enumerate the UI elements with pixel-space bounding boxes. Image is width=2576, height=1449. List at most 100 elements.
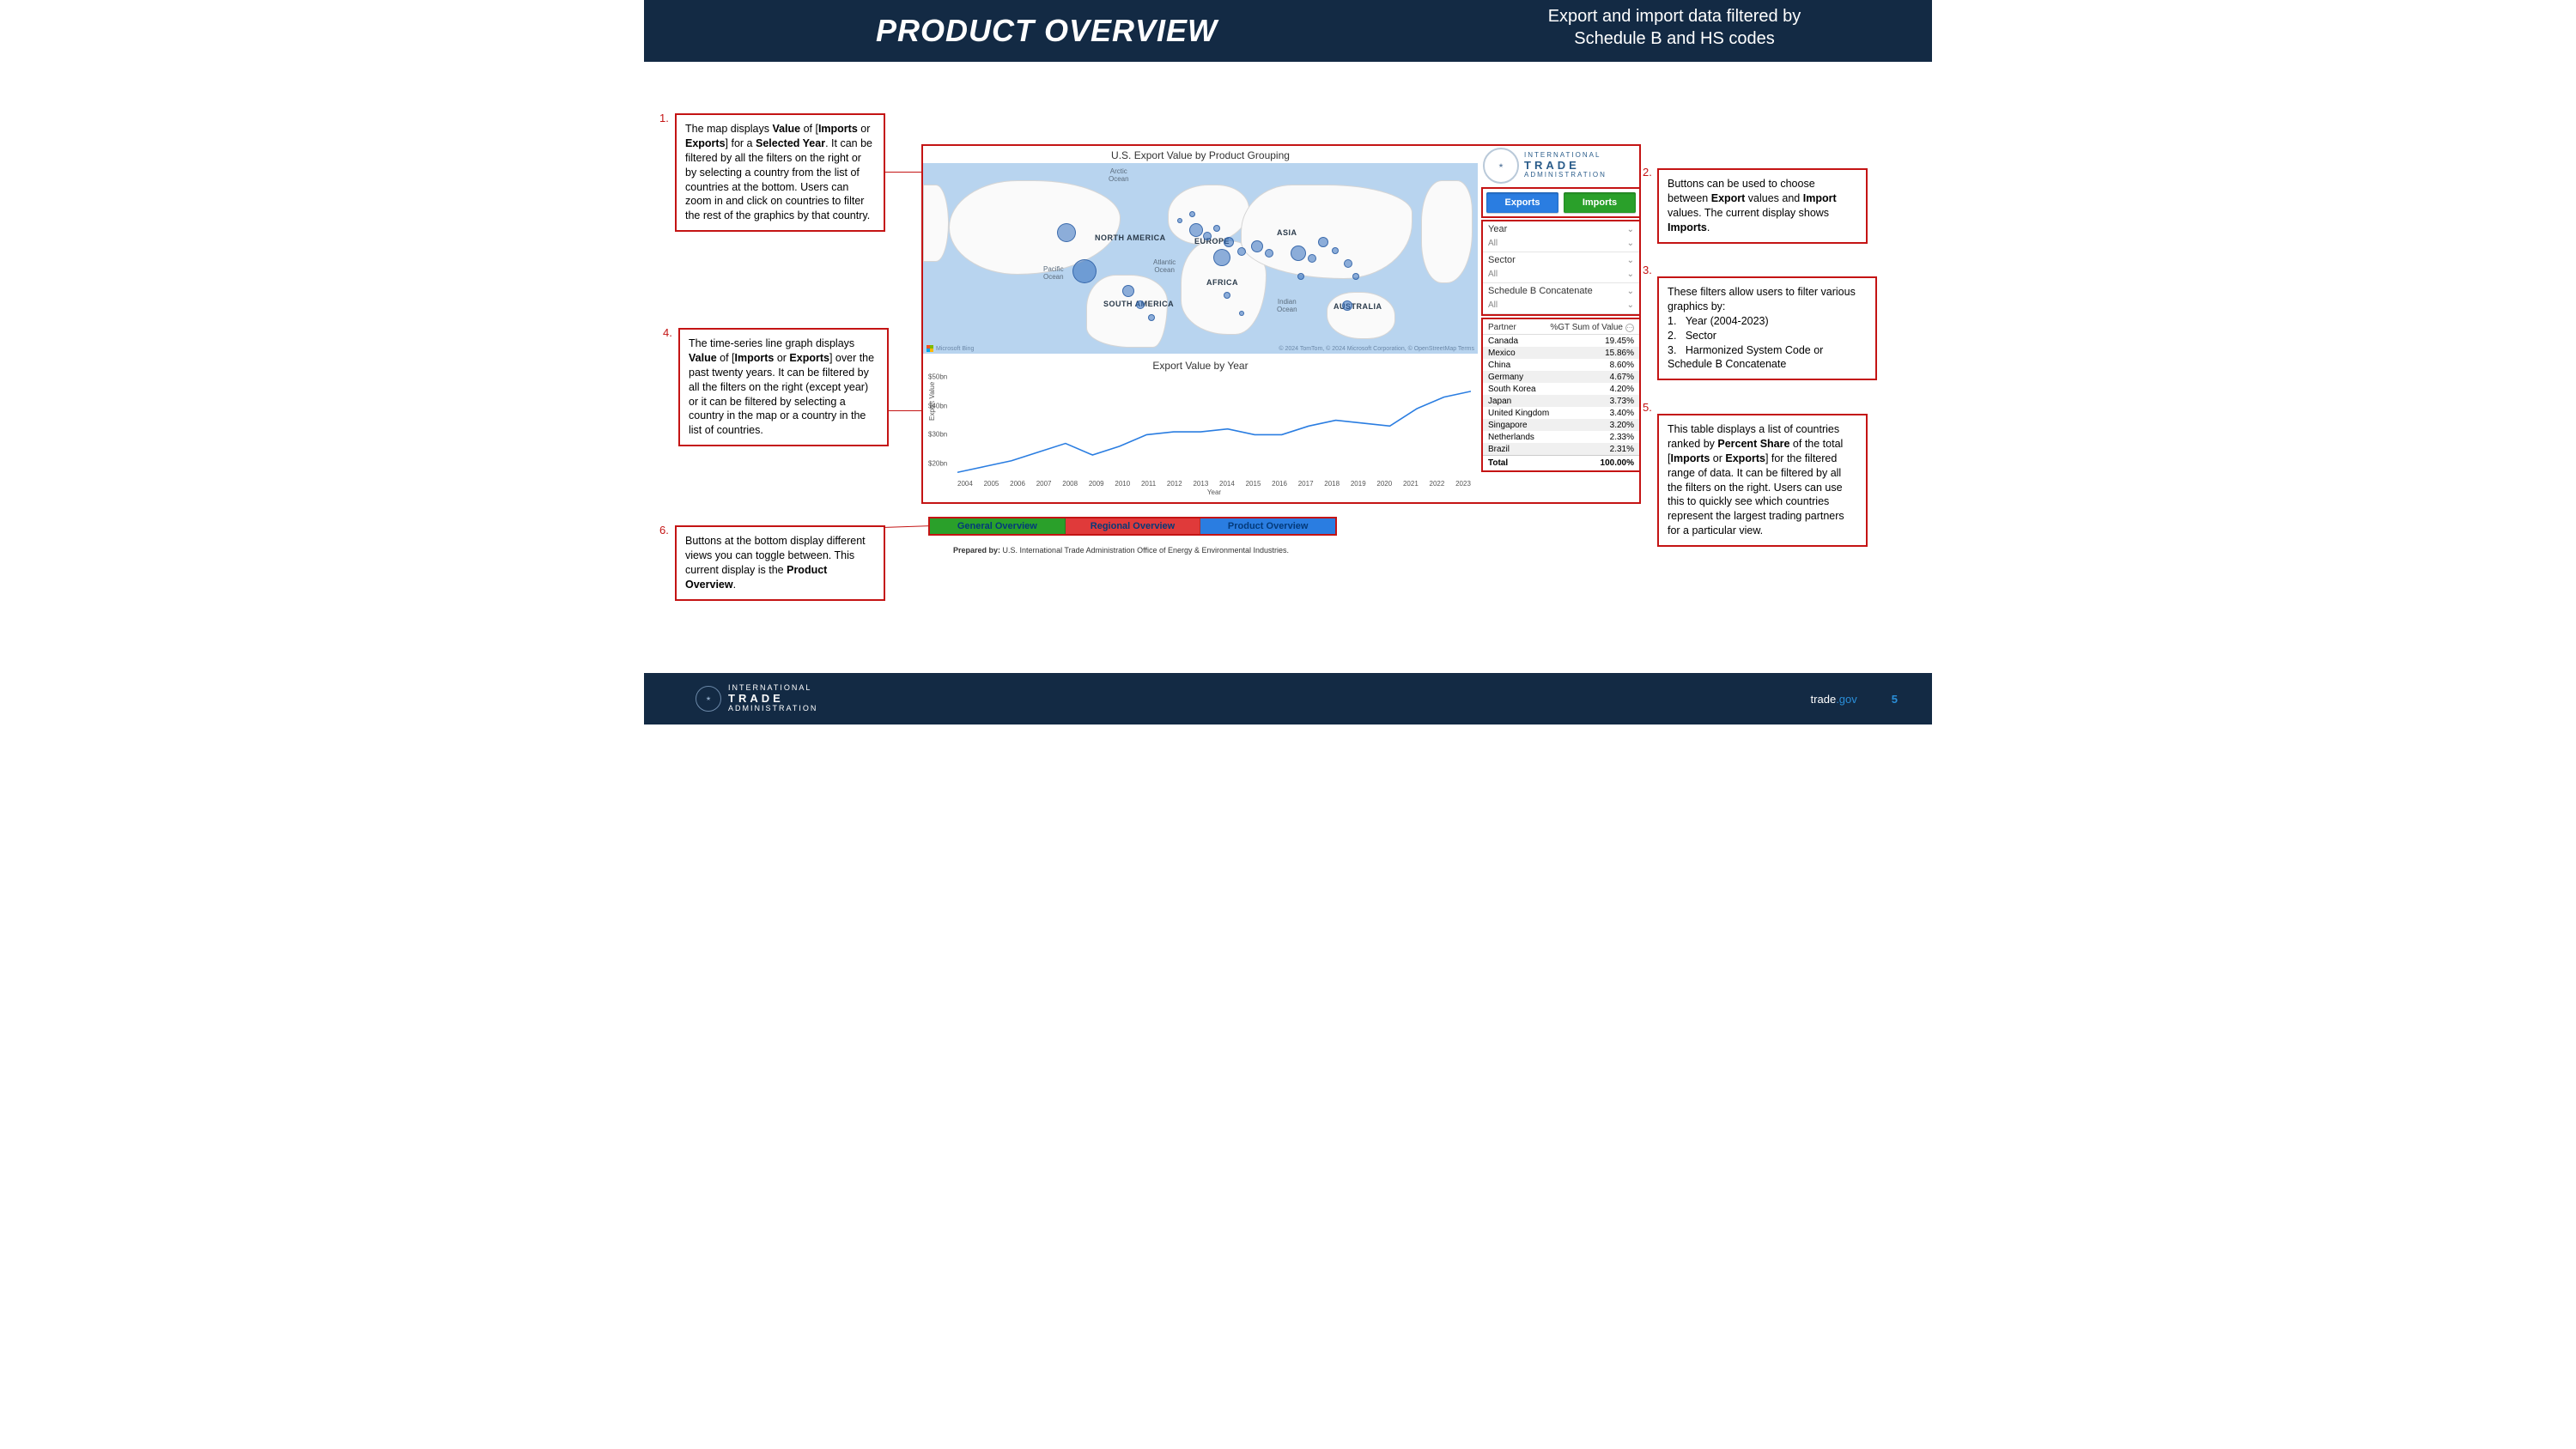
total-label: Total (1488, 458, 1508, 468)
brand-logo: ★ INTERNATIONAL TRADE ADMINISTRATION (1481, 144, 1641, 187)
map-card: U.S. Export Value by Product Grouping Ar… (923, 146, 1478, 354)
chevron-down-icon: ⌄ (1627, 225, 1634, 234)
tab-general-overview[interactable]: General Overview (930, 518, 1066, 534)
line-chart[interactable]: Export Value $20bn$30bn$40bn$50bn 200420… (923, 373, 1478, 502)
callout-4-number: 4. (663, 326, 672, 339)
x-tick: 2010 (1115, 480, 1130, 488)
leader-4 (889, 410, 921, 411)
callout-4: The time-series line graph displays Valu… (678, 328, 889, 446)
tab-product-overview[interactable]: Product Overview (1200, 518, 1335, 534)
x-tick: 2014 (1219, 480, 1235, 488)
callout-3-number: 3. (1643, 264, 1652, 276)
callout-5-number: 5. (1643, 401, 1652, 414)
leader-1 (885, 172, 921, 173)
table-row[interactable]: Mexico15.86% (1483, 347, 1639, 359)
partner-col-pct: %GT Sum of Value (1550, 323, 1623, 332)
prepared-by: Prepared by: U.S. International Trade Ad… (953, 546, 1289, 555)
chevron-down-icon: ⌄ (1627, 239, 1634, 248)
x-axis-label: Year (957, 488, 1471, 496)
chevron-down-icon: ⌄ (1627, 287, 1634, 296)
line-chart-card: Export Value by Year Export Value $20bn$… (923, 356, 1478, 502)
footer-brand: ★ INTERNATIONAL TRADE ADMINISTRATION (696, 684, 817, 713)
total-value: 100.00% (1601, 458, 1634, 468)
filter-sector[interactable]: Sector⌄ (1483, 252, 1639, 268)
line-chart-title: Export Value by Year (923, 356, 1478, 373)
world-map[interactable]: ArcticOcean PacificOcean AtlanticOcean I… (923, 163, 1478, 354)
x-tick: 2011 (1141, 480, 1156, 488)
as-label: ASIA (1277, 228, 1297, 237)
table-row[interactable]: South Korea4.20% (1483, 383, 1639, 395)
export-import-toggle: Exports Imports (1481, 187, 1641, 218)
microsoft-icon (927, 345, 933, 352)
page-subtitle: Export and import data filtered by Sched… (1451, 5, 1898, 50)
imports-button[interactable]: Imports (1564, 192, 1636, 213)
table-row[interactable]: Singapore3.20% (1483, 419, 1639, 431)
x-tick: 2008 (1062, 480, 1078, 488)
table-row[interactable]: Brazil2.31% (1483, 443, 1639, 455)
y-tick: $40bn (928, 402, 947, 409)
arctic-ocean-label: ArcticOcean (1109, 168, 1129, 184)
x-tick: 2017 (1298, 480, 1314, 488)
indian-ocean-label: IndianOcean (1277, 299, 1297, 314)
x-tick: 2015 (1246, 480, 1261, 488)
callout-5: This table displays a list of countries … (1657, 414, 1868, 547)
map-provider: Microsoft Bing (927, 345, 974, 352)
partner-table: Partner %GT Sum of Value ⋯ Canada19.45%M… (1481, 318, 1641, 472)
x-tick: 2007 (1036, 480, 1052, 488)
callout-2: Buttons can be used to choose between Ex… (1657, 168, 1868, 244)
table-settings-icon[interactable]: ⋯ (1625, 324, 1634, 332)
x-tick: 2006 (1010, 480, 1025, 488)
callout-3: These filters allow users to filter vari… (1657, 276, 1877, 380)
x-tick: 2019 (1351, 480, 1366, 488)
map-title: U.S. Export Value by Product Grouping (923, 146, 1478, 163)
tab-regional-overview[interactable]: Regional Overview (1066, 518, 1201, 534)
table-row[interactable]: Netherlands2.33% (1483, 431, 1639, 443)
callout-1-number: 1. (659, 112, 669, 124)
commerce-seal-icon: ★ (696, 686, 721, 712)
leader-6 (885, 525, 930, 528)
x-tick: 2018 (1324, 480, 1340, 488)
page-number: 5 (1892, 693, 1898, 706)
x-tick: 2016 (1272, 480, 1287, 488)
y-tick: $30bn (928, 431, 947, 439)
x-tick: 2004 (957, 480, 973, 488)
header-banner: PRODUCT OVERVIEW Export and import data … (644, 0, 1932, 62)
pacific-ocean-label: PacificOcean (1043, 266, 1064, 282)
x-tick: 2021 (1403, 480, 1419, 488)
x-tick: 2005 (984, 480, 999, 488)
x-ticks: 2004 2005 2006 2007 2008 2009 2010 2011 2012 2013… (957, 478, 1471, 488)
page-title: PRODUCT OVERVIEW (876, 13, 1218, 49)
x-tick: 2013 (1193, 480, 1208, 488)
filter-sector-value[interactable]: All⌄ (1483, 268, 1639, 282)
partner-col-name: Partner (1488, 323, 1516, 332)
filter-panel: Year⌄ All⌄Sector⌄ All⌄Schedule B Concate… (1481, 220, 1641, 316)
callout-1: The map displays Value of [Imports or Ex… (675, 113, 885, 232)
x-tick: 2012 (1167, 480, 1182, 488)
x-tick: 2022 (1430, 480, 1445, 488)
table-row[interactable]: Canada19.45% (1483, 335, 1639, 347)
y-tick: $20bn (928, 460, 947, 468)
chevron-down-icon: ⌄ (1627, 270, 1634, 279)
table-row[interactable]: Japan3.73% (1483, 395, 1639, 407)
commerce-seal-icon: ★ (1483, 148, 1519, 184)
au-label: AUSTRALIA (1334, 302, 1382, 311)
af-label: AFRICA (1206, 278, 1238, 287)
callout-6: Buttons at the bottom display different … (675, 525, 885, 601)
atlantic-ocean-label: AtlanticOcean (1153, 259, 1176, 275)
filter-schedule b concatenate[interactable]: Schedule B Concatenate⌄ (1483, 283, 1639, 299)
callout-2-number: 2. (1643, 166, 1652, 179)
chevron-down-icon: ⌄ (1627, 256, 1634, 265)
filter-year-value[interactable]: All⌄ (1483, 237, 1639, 252)
filter-year[interactable]: Year⌄ (1483, 221, 1639, 237)
na-label: NORTH AMERICA (1095, 233, 1166, 242)
table-row[interactable]: China8.60% (1483, 359, 1639, 371)
x-tick: 2009 (1089, 480, 1104, 488)
chevron-down-icon: ⌄ (1627, 300, 1634, 310)
exports-button[interactable]: Exports (1486, 192, 1558, 213)
sidebar: ★ INTERNATIONAL TRADE ADMINISTRATION Exp… (1481, 144, 1641, 472)
view-tabs: General Overview Regional Overview Produ… (928, 517, 1337, 536)
table-row[interactable]: United Kingdom3.40% (1483, 407, 1639, 419)
filter-schedule b concatenate-value[interactable]: All⌄ (1483, 299, 1639, 313)
map-copyright: © 2024 TomTom, © 2024 Microsoft Corporat… (1279, 346, 1474, 352)
table-row[interactable]: Germany4.67% (1483, 371, 1639, 383)
